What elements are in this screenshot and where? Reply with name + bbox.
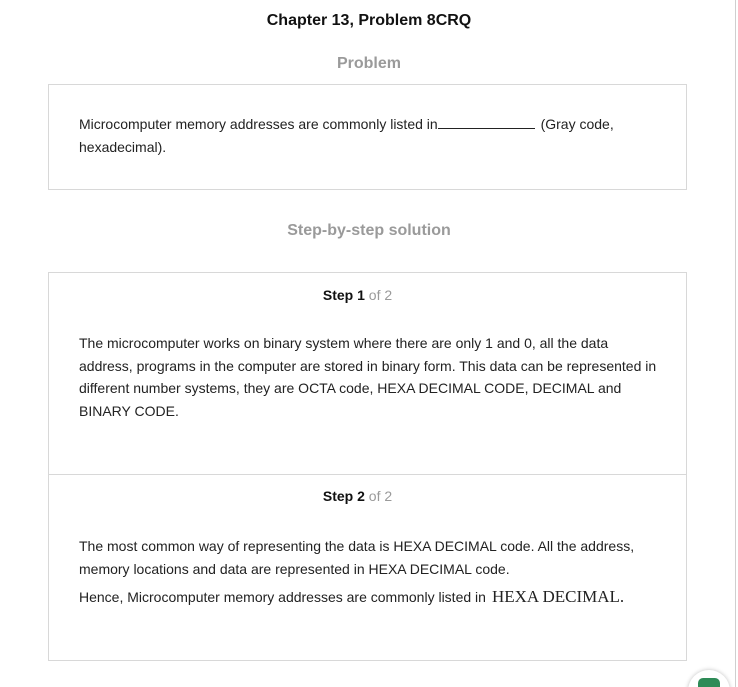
step-paragraph: The microcomputer works on binary system… <box>79 335 657 419</box>
step-label-prefix: Step <box>322 287 358 303</box>
step-label: Step 2 of 2 <box>49 488 666 504</box>
step-label: Step 1 of 2 <box>49 287 666 303</box>
answer-blank <box>437 116 535 129</box>
solution-heading: Step-by-step solution <box>287 222 451 239</box>
page: Chapter 13, Problem 8CRQ Problem Microco… <box>0 0 738 687</box>
step-paragraph: The most common way of representing the … <box>79 538 635 577</box>
step-of-total: of 2 <box>364 488 393 504</box>
answer-value: HEXA DECIMAL <box>491 587 620 606</box>
step-label-prefix: Step <box>322 488 358 504</box>
chat-button[interactable] <box>688 670 730 687</box>
answer-math: HEXA DECIMAL. <box>492 587 624 606</box>
chat-icon <box>698 678 720 687</box>
step-number: 2 <box>357 488 365 504</box>
page-divider <box>735 0 736 687</box>
conclusion-text: Hence, Microcomputer memory addresses ar… <box>79 589 486 605</box>
problem-card: Microcomputer memory addresses are commo… <box>48 84 687 190</box>
step-section: Step 2 of 2 The most common way of repre… <box>49 474 686 660</box>
problem-text-before: Microcomputer memory addresses are commo… <box>79 116 438 132</box>
solution-card: Step 1 of 2 The microcomputer works on b… <box>48 272 687 661</box>
step-conclusion: Hence, Microcomputer memory addresses ar… <box>79 586 659 609</box>
step-section: Step 1 of 2 The microcomputer works on b… <box>49 273 686 475</box>
step-number: 1 <box>357 287 365 303</box>
problem-text: Microcomputer memory addresses are commo… <box>79 113 659 159</box>
step-of-total: of 2 <box>364 287 393 303</box>
answer-punctuation: . <box>619 587 625 606</box>
problem-heading: Problem <box>336 55 401 72</box>
page-title: Chapter 13, Problem 8CRQ <box>266 12 472 29</box>
